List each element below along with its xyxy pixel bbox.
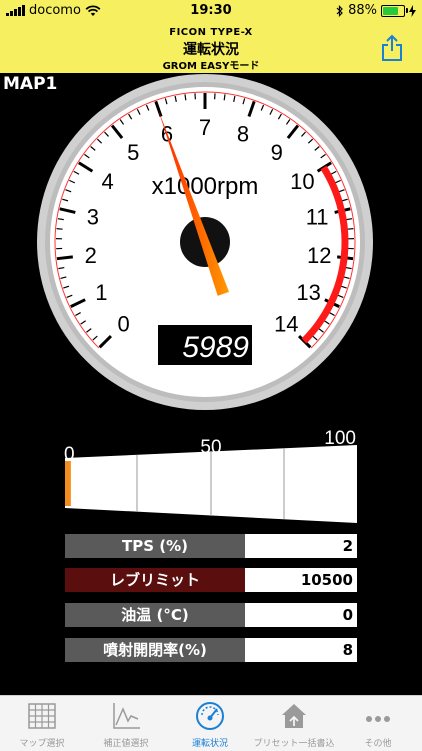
- gauge-tick-label: 8: [237, 121, 249, 146]
- status-right: 88%: [336, 3, 416, 18]
- bar-gauge-label-50: 50: [200, 437, 221, 458]
- battery-percent: 88%: [348, 3, 377, 18]
- reading-value: 2: [245, 534, 357, 558]
- grid-icon: [27, 701, 57, 731]
- tab-driving-status[interactable]: 運転状況: [168, 696, 252, 751]
- gauge-minor-tick: [347, 229, 353, 230]
- throttle-bar-gauge: 0 50 100: [0, 420, 422, 530]
- tab-label: 補正値選択: [84, 736, 168, 749]
- charging-icon: [409, 5, 416, 17]
- gauge-tick-label: 10: [290, 169, 314, 194]
- bar-gauge-label-0: 0: [64, 444, 75, 465]
- gauge-icon: [195, 701, 225, 731]
- tab-preset-batch-write[interactable]: プリセット一括書込: [252, 696, 336, 751]
- gauge-tick-label: 5: [127, 140, 139, 165]
- tab-label: マップ選択: [0, 736, 84, 749]
- gauge-minor-tick: [224, 94, 225, 100]
- gauge-minor-tick: [57, 229, 63, 230]
- rpm-readout: 5989: [182, 331, 249, 364]
- reading-row-oil-temp: 油温 (°C) 0: [65, 603, 357, 627]
- gauge-tick-label: 2: [85, 243, 97, 268]
- reading-value: 8: [245, 638, 357, 662]
- house-upload-icon: [279, 701, 309, 731]
- gauge-tick-label: 11: [306, 204, 329, 229]
- gauge-tick-label: 0: [118, 311, 130, 336]
- nav-product-name: FICON TYPE-X: [0, 27, 422, 38]
- tab-label: プリセット一括書込: [252, 736, 336, 749]
- reading-label: レブリミット: [65, 568, 245, 592]
- tachometer: 01234567891011121314 x1000rpm 5989: [0, 70, 422, 420]
- tab-bar: マップ選択 補正値選択 運転状況 プリセット一括書込 その他: [0, 695, 422, 751]
- tab-label: 運転状況: [168, 736, 252, 749]
- gauge-tick-label: 7: [199, 115, 211, 140]
- gauge-tick-label: 1: [95, 280, 107, 305]
- gauge-tick-label: 3: [87, 204, 99, 229]
- battery-level: [383, 7, 398, 15]
- reading-label: TPS (%): [65, 534, 245, 558]
- gauge-unit-label: x1000rpm: [152, 173, 259, 200]
- reading-row-rev-limit: レブリミット 10500: [65, 568, 357, 592]
- battery-icon: [381, 5, 405, 17]
- tab-correction-select[interactable]: 補正値選択: [84, 696, 168, 751]
- gauge-tick-label: 13: [296, 280, 320, 305]
- reading-label: 油温 (°C): [65, 603, 245, 627]
- more-icon: [363, 701, 393, 731]
- gauge-tick-label: 12: [307, 243, 331, 268]
- reading-value: 10500: [245, 568, 357, 592]
- gauge-major-tick: [57, 257, 73, 259]
- share-icon[interactable]: [380, 34, 404, 62]
- tab-label: その他: [336, 736, 420, 749]
- page-title: 運転状況: [0, 39, 422, 59]
- reading-value: 0: [245, 603, 357, 627]
- bluetooth-icon: [336, 5, 344, 17]
- reading-row-tps: TPS (%) 2: [65, 534, 357, 558]
- bar-gauge-fill: [65, 461, 71, 506]
- bar-gauge-label-100: 100: [324, 428, 356, 449]
- gauge-minor-tick: [185, 94, 186, 100]
- gauge-tick-label: 9: [271, 140, 283, 165]
- gauge-tick-label: 4: [102, 169, 114, 194]
- line-chart-icon: [111, 701, 141, 731]
- tab-map-select[interactable]: マップ選択: [0, 696, 84, 751]
- nav-bar: FICON TYPE-X 運転状況 GROM EASYモード: [0, 22, 422, 73]
- reading-row-injector-duty: 噴射開閉率(%) 8: [65, 638, 357, 662]
- status-bar: docomo 19:30 88%: [0, 0, 422, 22]
- tab-other[interactable]: その他: [336, 696, 420, 751]
- reading-label: 噴射開閉率(%): [65, 638, 245, 662]
- gauge-tick-label: 14: [274, 311, 298, 336]
